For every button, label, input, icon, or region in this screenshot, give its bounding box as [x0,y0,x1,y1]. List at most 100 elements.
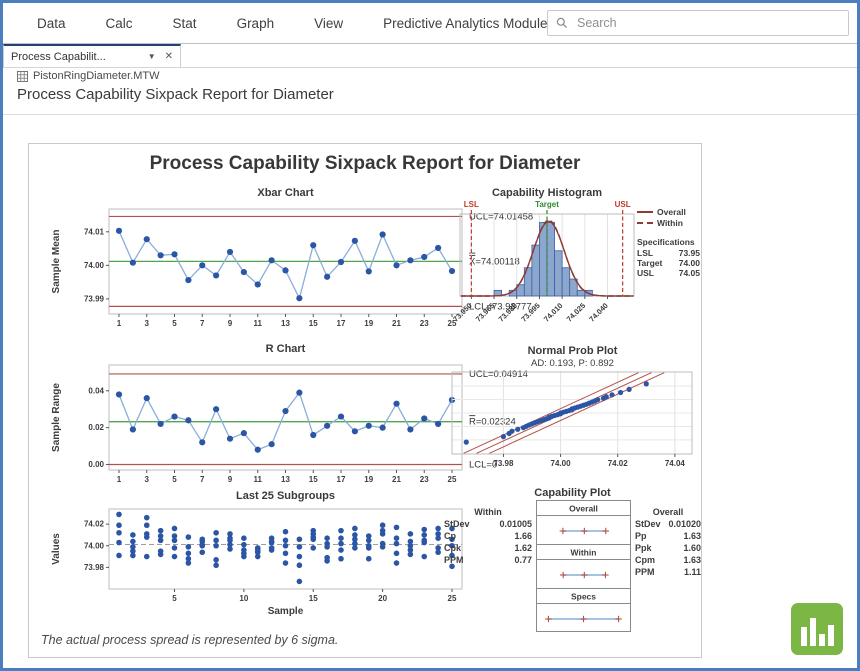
search-input[interactable] [575,15,840,31]
svg-text:73.98: 73.98 [84,563,105,572]
svg-text:19: 19 [364,319,373,328]
svg-text:Within: Within [571,548,597,558]
svg-text:23: 23 [420,319,429,328]
svg-text:3: 3 [145,319,150,328]
logo-bar [801,627,807,646]
svg-text:74.02: 74.02 [608,459,629,468]
stat-row: LSL73.95 [637,248,700,258]
svg-text:15: 15 [309,594,318,603]
svg-text:21: 21 [392,475,401,484]
worksheet-link[interactable]: PistonRingDiameter.MTW [17,70,160,82]
search-box[interactable] [547,10,849,36]
overall-stats: Overall StDev0.01020Pp1.63Ppk1.60Cpm1.63… [635,506,701,578]
normal-prob-plot-panel: Normal Prob Plot AD: 0.193, P: 0.892 73.… [444,344,701,486]
logo-bar [828,625,834,646]
svg-text:13: 13 [281,475,290,484]
stat-row: Pp1.63 [635,530,701,542]
within-stats-rows: StDev0.01005Cp1.66Cpk1.62PPM0.77 [444,518,532,566]
legend-overall-label: Overall [657,207,686,217]
svg-text:74.02: 74.02 [84,520,105,529]
svg-text:19: 19 [364,475,373,484]
stat-row: StDev0.01020 [635,518,701,530]
tab-process-capability[interactable]: Process Capabilit... ▼ ✕ [3,44,181,67]
svg-text:74.025: 74.025 [565,301,588,324]
svg-text:73.950: 73.950 [451,301,474,324]
capability-histogram-title: Capability Histogram [444,186,650,200]
svg-text:74.040: 74.040 [587,301,610,324]
within-stats-header: Within [444,506,532,518]
stat-row: PPM1.11 [635,566,701,578]
normal-prob-plot-subtitle: AD: 0.193, P: 0.892 [444,358,701,370]
svg-text:15: 15 [309,475,318,484]
svg-text:9: 9 [228,475,233,484]
capability-intervals-chart: Overall Within Specs [536,500,631,632]
svg-text:7: 7 [200,319,205,328]
specifications-rows: LSL73.95Target74.00USL74.05 [637,248,700,278]
svg-text:74.04: 74.04 [665,459,686,468]
histogram-legend: Overall Within Specifications LSL73.95Ta… [637,206,700,278]
menu-item-predictive-analytics[interactable]: Predictive Analytics Module [383,16,547,31]
minitab-logo-icon [791,603,843,655]
svg-text:11: 11 [254,475,263,484]
svg-text:7: 7 [200,475,205,484]
svg-text:Specs: Specs [571,592,596,602]
menu-item-stat[interactable]: Stat [173,16,197,31]
svg-text:5: 5 [172,594,177,603]
svg-text:0.02: 0.02 [88,423,104,432]
svg-text:11: 11 [254,319,263,328]
legend-overall: Overall [637,206,700,217]
svg-text:LSL: LSL [464,200,479,209]
tab-strip: Process Capabilit... ▼ ✕ [3,44,857,68]
svg-text:Target: Target [535,200,559,209]
stat-row: Ppk1.60 [635,542,701,554]
minitab-window: Data Calc Stat Graph View Predictive Ana… [0,0,860,671]
svg-text:10: 10 [239,594,248,603]
svg-text:5: 5 [172,475,177,484]
menu-item-data[interactable]: Data [37,16,66,31]
worksheet-name: PistonRingDiameter.MTW [33,70,160,82]
worksheet-grid-icon [17,71,28,82]
normal-prob-plot-title: Normal Prob Plot [444,344,701,358]
svg-text:21: 21 [392,319,401,328]
menu-item-graph[interactable]: Graph [237,16,275,31]
svg-text:Sample: Sample [268,606,304,617]
legend-within: Within [637,217,700,228]
svg-text:73.965: 73.965 [474,301,497,324]
specifications-block: Specifications LSL73.95Target74.00USL74.… [637,237,700,278]
stat-row: PPM0.77 [444,554,532,566]
svg-text:Sample Mean: Sample Mean [51,230,62,294]
tab-close-icon[interactable]: ✕ [165,51,173,62]
capability-plot-title: Capability Plot [444,486,701,500]
svg-text:74.010: 74.010 [542,301,565,324]
search-icon [556,17,568,29]
overall-stats-header: Overall [635,506,701,518]
svg-text:5: 5 [172,319,177,328]
stat-row: Target74.00 [637,258,700,268]
svg-text:74.00: 74.00 [84,261,105,270]
tab-dropdown-icon[interactable]: ▼ [148,52,156,61]
svg-text:Overall: Overall [569,504,598,514]
menu-bar: Data Calc Stat Graph View Predictive Ana… [3,3,857,44]
svg-text:0.00: 0.00 [88,460,104,469]
svg-text:USL: USL [615,200,631,209]
svg-text:13: 13 [281,319,290,328]
stat-row: Cpk1.62 [444,542,532,554]
graph-canvas[interactable]: Process Capability Sixpack Report for Di… [28,143,702,658]
legend-within-label: Within [657,218,683,228]
footnote: The actual process spread is represented… [41,633,338,647]
overall-stats-rows: StDev0.01020Pp1.63Ppk1.60Cpm1.63PPM1.11 [635,518,701,578]
menu-item-calc[interactable]: Calc [106,16,133,31]
svg-text:9: 9 [228,319,233,328]
divider [3,114,857,115]
logo-bar [810,618,816,646]
svg-text:73.98: 73.98 [493,459,514,468]
svg-text:74.00: 74.00 [551,459,572,468]
logo-bar [819,634,825,646]
svg-text:73.995: 73.995 [519,301,542,324]
menu-item-view[interactable]: View [314,16,343,31]
stat-row: Cp1.66 [444,530,532,542]
stat-row: Cpm1.63 [635,554,701,566]
svg-text:20: 20 [378,594,387,603]
svg-text:1: 1 [117,475,122,484]
capability-histogram-panel: Capability Histogram LSLTargetUSL73.9507… [444,186,701,341]
